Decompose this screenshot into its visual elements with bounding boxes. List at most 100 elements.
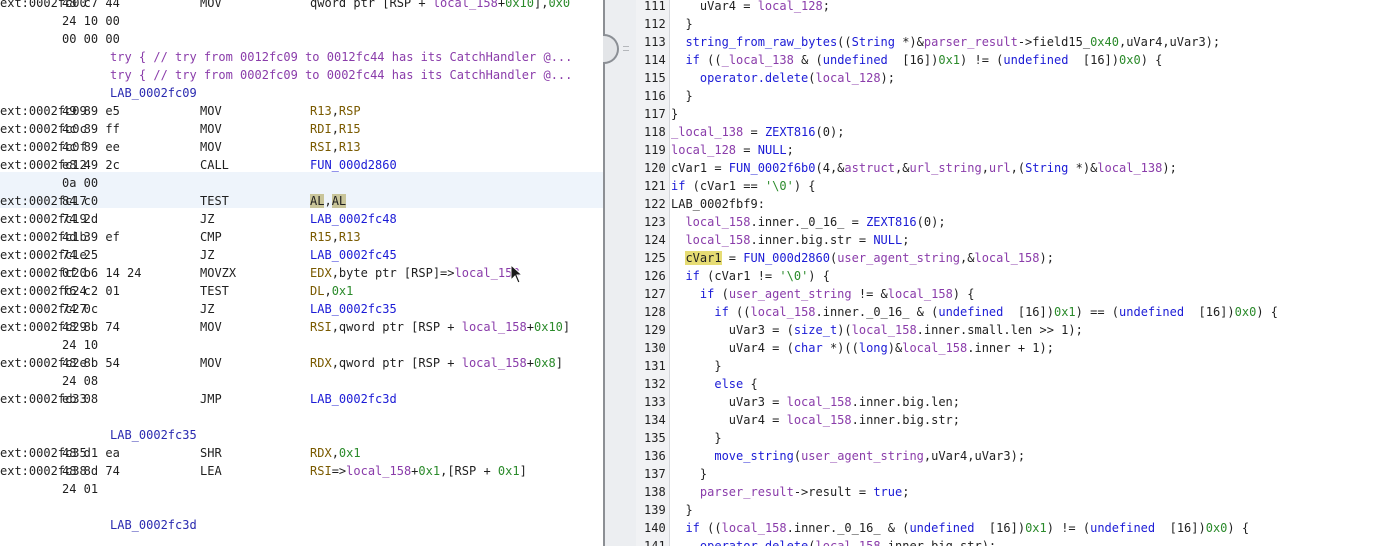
listing-row[interactable]: LAB_0002fc3d bbox=[0, 516, 603, 534]
decompiled-code-line[interactable]: } bbox=[671, 105, 678, 123]
decompiled-code-line[interactable]: move_string(user_agent_string,uVar4,uVar… bbox=[671, 447, 1025, 465]
decompiled-code-line[interactable]: } bbox=[671, 501, 692, 519]
instruction-bytes[interactable]: 48 c7 44 bbox=[62, 0, 120, 12]
instruction-bytes[interactable]: 48 d1 ea bbox=[62, 444, 120, 462]
operands[interactable]: R15,R13 bbox=[310, 228, 361, 246]
operands[interactable]: RSI,R13 bbox=[310, 138, 361, 156]
listing-row[interactable]: ext:0002fc35 48 d1 ea SHR RDX,0x1 bbox=[0, 444, 603, 462]
decompiled-code-line[interactable]: uVar4 = local_128; bbox=[671, 0, 830, 15]
mnemonic[interactable]: JZ bbox=[200, 210, 214, 228]
decompiled-code-line[interactable]: operator.delete(local_158.inner.big.str)… bbox=[671, 537, 996, 546]
operands[interactable]: LAB_0002fc48 bbox=[310, 210, 397, 228]
instruction-bytes[interactable]: e8 49 2c bbox=[62, 156, 120, 174]
instruction-bytes[interactable]: 4c 89 ff bbox=[62, 120, 120, 138]
instruction-bytes[interactable]: 74 25 bbox=[62, 246, 98, 264]
instruction-bytes[interactable]: 74 2d bbox=[62, 210, 98, 228]
decompiled-code-line[interactable]: local_158.inner._0_16_ = ZEXT816(0); bbox=[671, 213, 945, 231]
listing-row[interactable]: ext:0002fc12 e8 49 2c CALL FUN_000d2860 bbox=[0, 156, 603, 174]
listing-row[interactable]: 24 10 00 bbox=[0, 12, 603, 30]
instruction-bytes[interactable]: 48 8d 74 bbox=[62, 462, 120, 480]
operands[interactable]: DL,0x1 bbox=[310, 282, 353, 300]
listing-row[interactable]: 24 10 bbox=[0, 336, 603, 354]
decompiled-code-line[interactable]: LAB_0002fbf9: bbox=[671, 195, 765, 213]
instruction-bytes[interactable]: 49 89 e5 bbox=[62, 102, 120, 120]
decompiled-code-line[interactable]: if (cVar1 != '\0') { bbox=[671, 267, 830, 285]
instruction-bytes[interactable]: 00 00 00 bbox=[62, 30, 120, 48]
decompiler-pane[interactable]: 111 uVar4 = local_128; 112 } 113 string_fr… bbox=[636, 0, 1382, 546]
instruction-bytes[interactable]: 24 01 bbox=[62, 480, 98, 498]
mnemonic[interactable]: JZ bbox=[200, 300, 214, 318]
decompiled-code-line[interactable]: operator.delete(local_128); bbox=[671, 69, 895, 87]
operands[interactable]: LAB_0002fc3d bbox=[310, 390, 397, 408]
splitter-handle[interactable] bbox=[603, 34, 619, 64]
listing-row[interactable]: ext:0002fc38 48 8d 74 LEA RSI=>local_158+0x… bbox=[0, 462, 603, 480]
instruction-bytes[interactable]: 24 08 bbox=[62, 372, 98, 390]
decompiled-code-line[interactable]: string_from_raw_bytes((String *)&parser_… bbox=[671, 33, 1220, 51]
decompiled-code-line[interactable]: if (user_agent_string != &local_158) { bbox=[671, 285, 975, 303]
listing-row[interactable]: try { // try from 0002fc09 to 0002fc44 h… bbox=[0, 66, 603, 84]
listing-row[interactable] bbox=[0, 408, 603, 426]
decompiled-code-line[interactable]: } bbox=[671, 429, 721, 447]
listing-row[interactable]: ext:0002fc33 eb 08 JMP LAB_0002fc3d bbox=[0, 390, 603, 408]
decompiled-code-line[interactable]: if ((local_158.inner._0_16_ & (undefined… bbox=[671, 303, 1278, 321]
decompiled-code-line[interactable]: uVar3 = (size_t)(local_158.inner.small.l… bbox=[671, 321, 1083, 339]
mnemonic[interactable]: MOV bbox=[200, 138, 222, 156]
mnemonic[interactable]: CMP bbox=[200, 228, 222, 246]
decompiled-code-line[interactable]: local_158.inner.big.str = NULL; bbox=[671, 231, 909, 249]
listing-row[interactable]: ext:0002fc17 84 c0 TEST AL,AL bbox=[0, 192, 603, 210]
listing-row[interactable]: ext:0002fc2e 48 8b 54 MOV RDX,qword ptr [RS… bbox=[0, 354, 603, 372]
operands[interactable]: RDX,qword ptr [RSP + local_158+0x8] bbox=[310, 354, 563, 372]
mnemonic[interactable]: SHR bbox=[200, 444, 222, 462]
listing-row[interactable]: ext:0002fc0c 4c 89 ff MOV RDI,R15 bbox=[0, 120, 603, 138]
code-label[interactable]: LAB_0002fc3d bbox=[110, 516, 197, 534]
instruction-bytes[interactable]: 84 c0 bbox=[62, 192, 98, 210]
decompiled-code-line[interactable]: cVar1 = FUN_0002f6b0(4,&astruct,&url_str… bbox=[671, 159, 1177, 177]
decompiled-code-line[interactable]: cVar1 = FUN_000d2860(user_agent_string,&… bbox=[671, 249, 1054, 267]
operands[interactable]: LAB_0002fc45 bbox=[310, 246, 397, 264]
instruction-bytes[interactable]: 0f b6 14 24 bbox=[62, 264, 141, 282]
instruction-bytes[interactable]: 48 8b 54 bbox=[62, 354, 120, 372]
code-label[interactable]: LAB_0002fc09 bbox=[110, 84, 197, 102]
decompiled-code-line[interactable]: if (cVar1 == '\0') { bbox=[671, 177, 816, 195]
decompiled-code-line[interactable]: parser_result->result = true; bbox=[671, 483, 910, 501]
decompiled-code-line[interactable]: uVar4 = (char *)((long)&local_158.inner … bbox=[671, 339, 1054, 357]
mnemonic[interactable]: TEST bbox=[200, 192, 229, 210]
listing-row[interactable]: 00 00 00 bbox=[0, 30, 603, 48]
operands[interactable]: FUN_000d2860 bbox=[310, 156, 397, 174]
instruction-bytes[interactable]: 48 8b 74 bbox=[62, 318, 120, 336]
instruction-bytes[interactable]: f6 c2 01 bbox=[62, 282, 120, 300]
listing-row[interactable]: 0a 00 bbox=[0, 174, 603, 192]
listing-row[interactable]: ext:0002fc1e 74 25 JZ LAB_0002fc45 bbox=[0, 246, 603, 264]
instruction-bytes[interactable]: 0a 00 bbox=[62, 174, 98, 192]
listing-row[interactable]: LAB_0002fc09 bbox=[0, 84, 603, 102]
listing-row[interactable]: ext:0002fc0f 4c 89 ee MOV RSI,R13 bbox=[0, 138, 603, 156]
decompiled-code-line[interactable]: if ((local_158.inner._0_16_ & (undefined… bbox=[671, 519, 1249, 537]
mnemonic[interactable]: MOV bbox=[200, 120, 222, 138]
mnemonic[interactable]: MOV bbox=[200, 0, 222, 12]
mnemonic[interactable]: CALL bbox=[200, 156, 229, 174]
decompiled-code-line[interactable]: uVar3 = local_158.inner.big.len; bbox=[671, 393, 960, 411]
decompiled-code-line[interactable]: uVar4 = local_158.inner.big.str; bbox=[671, 411, 960, 429]
operands[interactable]: R13,RSP bbox=[310, 102, 361, 120]
listing-row[interactable]: 24 01 bbox=[0, 480, 603, 498]
listing-row[interactable]: ext:0002fc1b 4d 39 ef CMP R15,R13 bbox=[0, 228, 603, 246]
listing-row[interactable]: ext:0002fc27 74 0c JZ LAB_0002fc35 bbox=[0, 300, 603, 318]
decompiled-code-line[interactable]: local_128 = NULL; bbox=[671, 141, 794, 159]
instruction-bytes[interactable]: 74 0c bbox=[62, 300, 98, 318]
listing-row[interactable]: ext:0002fc00 48 c7 44 MOV qword ptr [RSP + … bbox=[0, 0, 603, 12]
listing-row[interactable]: ext:0002fc09 49 89 e5 MOV R13,RSP bbox=[0, 102, 603, 120]
instruction-bytes[interactable]: 4c 89 ee bbox=[62, 138, 120, 156]
mnemonic[interactable]: MOVZX bbox=[200, 264, 236, 282]
decompiled-code-line[interactable]: } bbox=[671, 15, 692, 33]
decompiled-code-line[interactable]: _local_138 = ZEXT816(0); bbox=[671, 123, 844, 141]
operands[interactable]: RDI,R15 bbox=[310, 120, 361, 138]
mnemonic[interactable]: JZ bbox=[200, 246, 214, 264]
decompiled-code-line[interactable]: } bbox=[671, 87, 692, 105]
code-label[interactable]: LAB_0002fc35 bbox=[110, 426, 197, 444]
instruction-bytes[interactable]: eb 08 bbox=[62, 390, 98, 408]
listing-row[interactable]: 24 08 bbox=[0, 372, 603, 390]
mnemonic[interactable]: LEA bbox=[200, 462, 222, 480]
operands[interactable]: qword ptr [RSP + local_158+0x10],0x0 bbox=[310, 0, 570, 12]
instruction-bytes[interactable]: 4d 39 ef bbox=[62, 228, 120, 246]
instruction-bytes[interactable]: 24 10 bbox=[62, 336, 98, 354]
